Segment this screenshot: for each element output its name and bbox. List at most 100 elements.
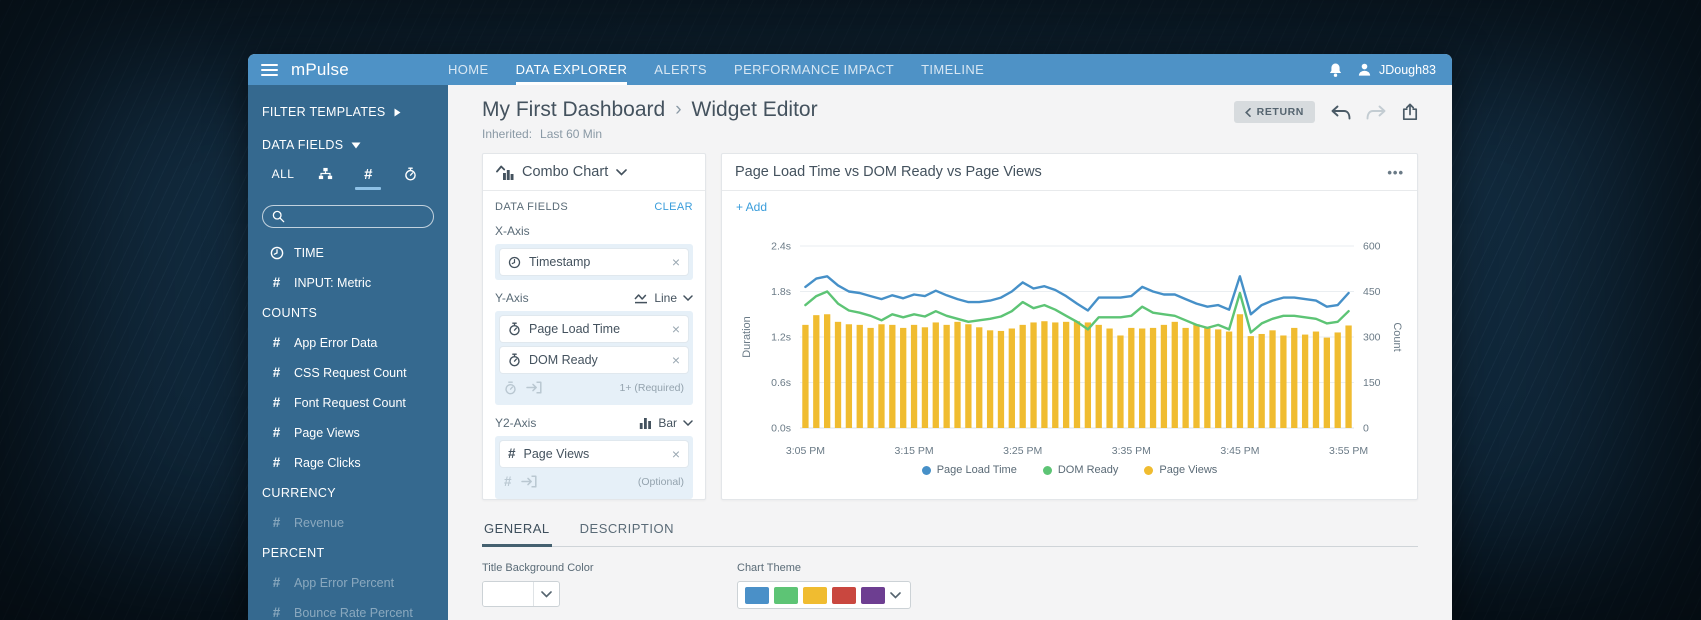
field-search-input[interactable] (291, 208, 424, 225)
y2-axis-drop-placeholder[interactable]: # (Optional) (500, 469, 688, 494)
data-fields-title: DATA FIELDS (495, 201, 569, 213)
field-label: INPUT: Metric (294, 276, 372, 290)
legend-item[interactable]: Page Load Time (921, 464, 1017, 476)
hash-icon: # (272, 335, 281, 351)
required-hint: 1+ (Required) (619, 381, 685, 394)
svg-text:1.2s: 1.2s (771, 332, 791, 344)
field-label: TIME (294, 246, 324, 260)
tab-timer-fields[interactable] (398, 167, 424, 191)
drag-in-icon (520, 475, 537, 488)
svg-text:3:05 PM: 3:05 PM (786, 445, 825, 457)
chevron-down-icon (541, 590, 552, 598)
title-bg-color-select[interactable] (482, 581, 560, 607)
hash-icon: # (272, 365, 281, 381)
menu-icon[interactable] (261, 63, 278, 76)
nav-item-data-explorer[interactable]: DATA EXPLORER (515, 54, 628, 85)
field-item-time[interactable]: TIME (248, 238, 448, 268)
main-nav: HOME DATA EXPLORER ALERTS PERFORMANCE IM… (448, 54, 984, 85)
tab-general[interactable]: GENERAL (482, 517, 552, 547)
page-title: Widget Editor (691, 98, 818, 121)
combo-chart-icon (496, 165, 514, 180)
app-window: mPulse HOME DATA EXPLORER ALERTS PERFORM… (248, 54, 1452, 620)
field-chip-dom-ready[interactable]: DOM Ready × (500, 347, 688, 373)
clear-button[interactable]: CLEAR (654, 201, 693, 213)
field-label: CSS Request Count (294, 366, 407, 380)
filter-templates-label: FILTER TEMPLATES (262, 105, 386, 119)
add-annotation-link[interactable]: + Add (736, 200, 1403, 214)
return-button[interactable]: RETURN (1233, 101, 1315, 123)
redo-button[interactable] (1366, 105, 1387, 120)
undo-button[interactable] (1330, 105, 1351, 120)
y2-axis-dropzone[interactable]: # Page Views × # (Optional) (495, 436, 693, 499)
hash-icon: # (272, 455, 281, 471)
remove-field-icon[interactable]: × (672, 255, 680, 269)
filter-templates-header[interactable]: FILTER TEMPLATES (248, 105, 448, 119)
legend-label: DOM Ready (1057, 464, 1119, 476)
field-chip-page-views[interactable]: # Page Views × (500, 441, 688, 467)
chart-theme-select[interactable] (737, 581, 911, 609)
tab-dimension-fields[interactable] (313, 167, 339, 190)
y-axis-type-selector[interactable]: Line (634, 291, 693, 305)
y2-axis-type-selector[interactable]: Bar (639, 416, 693, 430)
chip-label: Page Views (523, 447, 590, 461)
field-label: Revenue (294, 516, 345, 530)
field-search[interactable] (262, 205, 434, 228)
field-item-app-error-data[interactable]: # App Error Data (248, 328, 448, 358)
breadcrumb-dashboard[interactable]: My First Dashboard (482, 98, 665, 122)
chip-label: DOM Ready (529, 353, 598, 367)
legend-item[interactable]: DOM Ready (1042, 464, 1119, 476)
nav-item-timeline[interactable]: TIMELINE (921, 54, 984, 85)
notifications-bell-icon[interactable] (1328, 62, 1343, 78)
export-button[interactable] (1402, 103, 1418, 121)
y-axis-label: Y-Axis (495, 291, 529, 305)
tab-description[interactable]: DESCRIPTION (578, 517, 676, 547)
svg-text:1.8s: 1.8s (771, 286, 791, 298)
theme-color-swatch (745, 586, 769, 604)
field-item-font-request-count[interactable]: # Font Request Count (248, 388, 448, 418)
field-item-revenue: # Revenue (248, 508, 448, 538)
breadcrumb-separator-icon: › (675, 99, 682, 120)
svg-text:2.4s: 2.4s (771, 241, 791, 253)
legend-item[interactable]: Page Views (1144, 464, 1217, 476)
data-fields-header[interactable]: DATA FIELDS (248, 138, 448, 152)
svg-text:300: 300 (1363, 332, 1381, 344)
field-item-page-views[interactable]: # Page Views (248, 418, 448, 448)
tab-numeric-fields[interactable]: # (355, 167, 382, 192)
y-axis-drop-placeholder[interactable]: 1+ (Required) (500, 375, 688, 400)
field-label: App Error Percent (294, 576, 395, 590)
field-item-css-request-count[interactable]: # CSS Request Count (248, 358, 448, 388)
timeframe-meta: Inherited: Last 60 Min (482, 127, 818, 141)
chart-type-selector[interactable]: Combo Chart (483, 154, 705, 191)
x-axis-dropzone[interactable]: Timestamp × (495, 244, 693, 280)
field-item-rage-clicks[interactable]: # Rage Clicks (248, 448, 448, 478)
clock-icon (508, 256, 521, 268)
svg-text:3:55 PM: 3:55 PM (1329, 445, 1368, 457)
desktop-background: mPulse HOME DATA EXPLORER ALERTS PERFORM… (0, 0, 1701, 620)
y-axis-dropzone[interactable]: Page Load Time × DOM Ready × 1+ (Require… (495, 311, 693, 405)
chart-type-label: Combo Chart (522, 164, 609, 180)
tab-all-fields[interactable]: ALL (270, 167, 296, 191)
inherited-label: Inherited: (482, 127, 533, 141)
theme-color-swatch (803, 586, 827, 604)
field-chip-page-load-time[interactable]: Page Load Time × (500, 316, 688, 342)
remove-field-icon[interactable]: × (672, 353, 680, 367)
data-fields-label: DATA FIELDS (262, 138, 344, 152)
remove-field-icon[interactable]: × (672, 447, 680, 461)
field-chip-timestamp[interactable]: Timestamp × (500, 249, 688, 275)
more-options-icon[interactable]: ••• (1387, 165, 1404, 180)
main-content: My First Dashboard › Widget Editor Inher… (448, 85, 1452, 620)
nav-item-alerts[interactable]: ALERTS (654, 54, 707, 85)
y-axis-type-label: Line (654, 291, 677, 305)
hash-icon: # (272, 515, 281, 531)
svg-text:600: 600 (1363, 241, 1381, 253)
svg-text:Count: Count (1391, 322, 1403, 351)
nav-item-home[interactable]: HOME (448, 54, 489, 85)
chevron-down-icon (890, 591, 901, 599)
user-menu[interactable]: JDough83 (1357, 62, 1436, 77)
field-item-input-metric[interactable]: # INPUT: Metric (248, 268, 448, 298)
hash-icon: # (272, 395, 281, 411)
remove-field-icon[interactable]: × (672, 322, 680, 336)
nav-item-performance-impact[interactable]: PERFORMANCE IMPACT (734, 54, 894, 85)
brand-logo[interactable]: mPulse (291, 60, 349, 80)
hash-icon: # (272, 605, 281, 620)
